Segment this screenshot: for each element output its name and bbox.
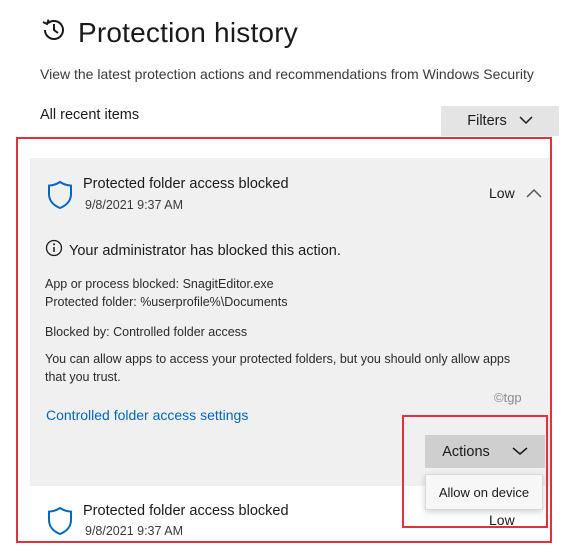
filters-button[interactable]: Filters [441,106,559,136]
highlight-box-actions [402,415,548,528]
history-icon [40,16,68,49]
recent-items-label: All recent items [40,107,140,123]
filters-label: Filters [467,113,507,129]
page-header: Protection history [40,16,298,49]
page-subtitle: View the latest protection actions and r… [40,66,534,82]
page-title: Protection history [78,16,298,48]
chevron-down-icon [519,113,533,129]
